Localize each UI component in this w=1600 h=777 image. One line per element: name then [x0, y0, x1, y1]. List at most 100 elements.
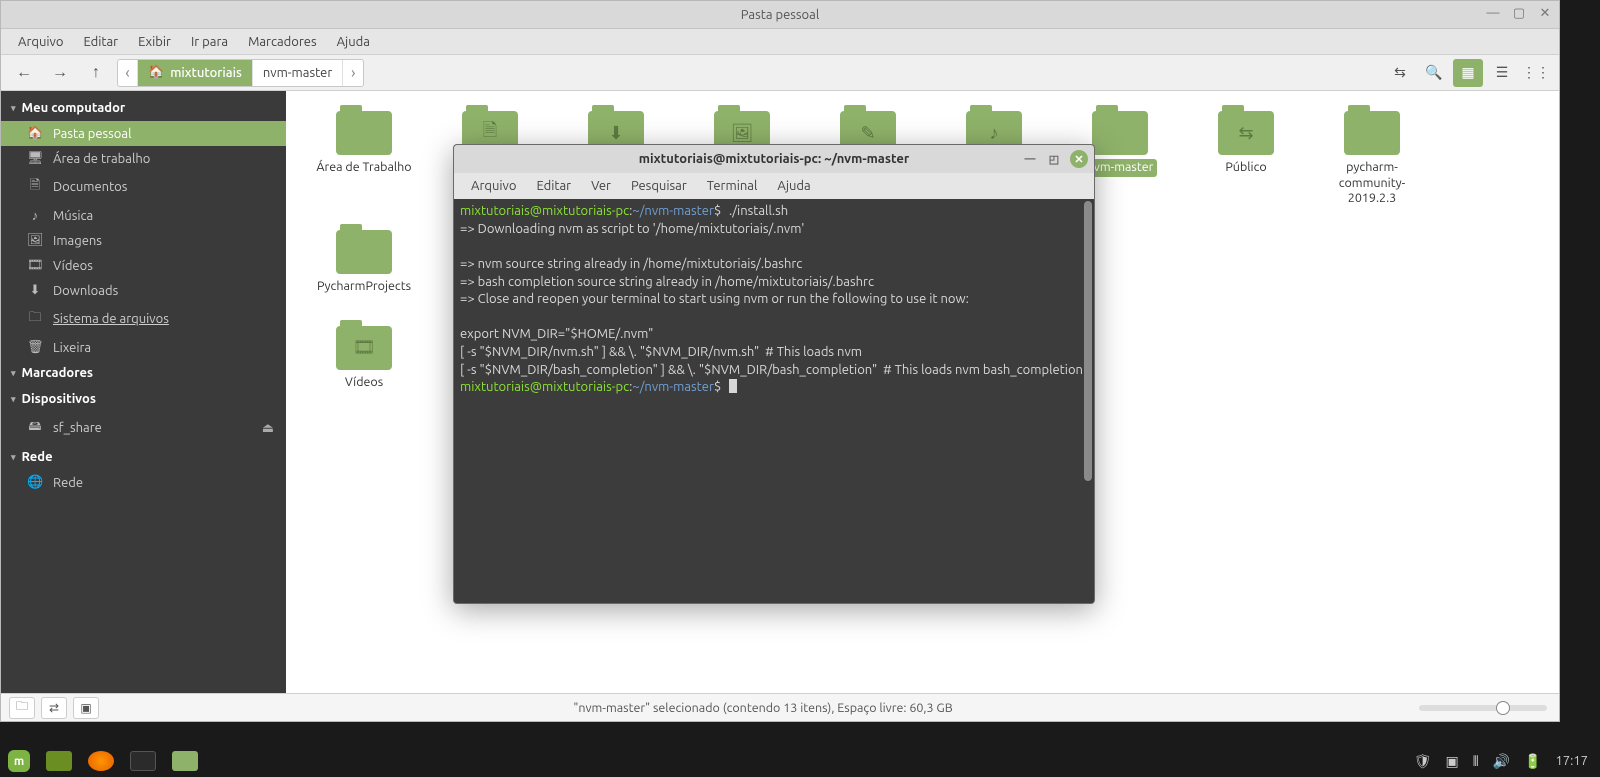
term-minimize-button[interactable]: — — [1022, 151, 1038, 167]
folder-item[interactable]: PycharmProjects — [306, 224, 422, 302]
fm-statusbar: 🗀 ⇄ ▣ "nvm-master" selecionado (contendo… — [1, 693, 1559, 721]
sidebar-item[interactable]: 🎞Vídeos — [1, 253, 286, 278]
folder-label: PycharmProjects — [313, 278, 415, 296]
folder-icon — [1092, 111, 1148, 155]
taskbar: m 🛡 ▣ ⫴ 🔊 🔋 17:17 — [0, 745, 1600, 777]
taskbar-app-firefox[interactable] — [80, 745, 122, 777]
path-home-segment[interactable]: 🏠 mixtutoriais — [138, 60, 253, 86]
tray-network-icon[interactable]: ⫴ — [1473, 753, 1479, 770]
menu-arquivo[interactable]: Arquivo — [9, 32, 72, 52]
sidebar-item-icon: 🌐 — [27, 475, 43, 490]
term-menu-editar[interactable]: Editar — [527, 176, 580, 196]
sidebar-item[interactable]: 🌐 Rede — [1, 470, 286, 495]
path-prev-icon[interactable]: ‹ — [118, 60, 138, 86]
menu-ajuda[interactable]: Ajuda — [328, 32, 379, 52]
system-tray: 🛡 ▣ ⫴ 🔊 🔋 17:17 — [1402, 753, 1600, 770]
terminal-scrollbar[interactable] — [1084, 201, 1092, 481]
pathbar: ‹ 🏠 mixtutoriais nvm-master › — [117, 59, 364, 87]
path-segment-nvm[interactable]: nvm-master — [253, 60, 343, 86]
tray-shield-icon[interactable]: 🛡 — [1414, 753, 1432, 770]
folder-label: Vídeos — [341, 374, 387, 392]
term-menu-ver[interactable]: Ver — [582, 176, 620, 196]
nav-up-button[interactable]: ↑ — [81, 59, 111, 87]
nav-forward-button[interactable]: → — [45, 59, 75, 87]
sidebar-item-label: Vídeos — [53, 259, 93, 273]
fm-title: Pasta pessoal — [741, 8, 819, 22]
places-toggle-button[interactable]: 🗀 — [9, 697, 35, 719]
term-menu-arquivo[interactable]: Arquivo — [462, 176, 525, 196]
sidebar-item[interactable]: 🖥Área de trabalho — [1, 146, 286, 171]
taskbar-app-terminal[interactable] — [122, 745, 164, 777]
menu-irpara[interactable]: Ir para — [182, 32, 237, 52]
icon-view-button[interactable]: ▦ — [1453, 59, 1483, 87]
sidebar-group-header[interactable]: ▾Dispositivos — [1, 386, 286, 412]
taskbar-app-files[interactable] — [38, 745, 80, 777]
sidebar-item[interactable]: 🖴 sf_share ⏏ — [1, 412, 286, 444]
folder-icon — [336, 230, 392, 274]
term-close-button[interactable]: ✕ — [1070, 150, 1088, 168]
tray-battery-icon[interactable]: 🔋 — [1524, 753, 1541, 770]
folder-label: Público — [1221, 159, 1270, 177]
toggle-location-button[interactable]: ⇆ — [1385, 59, 1415, 87]
term-menu-ajuda[interactable]: Ajuda — [768, 176, 819, 196]
zoom-slider[interactable] — [1419, 705, 1547, 711]
term-maximize-button[interactable]: ◰ — [1046, 151, 1062, 167]
fm-toolbar: ← → ↑ ‹ 🏠 mixtutoriais nvm-master › ⇆ 🔍 … — [1, 55, 1559, 91]
compact-view-button[interactable]: ⋮⋮ — [1521, 59, 1551, 87]
sidebar-item-label: Pasta pessoal — [53, 127, 131, 141]
term-menu-terminal[interactable]: Terminal — [698, 176, 767, 196]
taskbar-app-folder[interactable] — [164, 745, 206, 777]
menu-exibir[interactable]: Exibir — [129, 32, 180, 52]
sidebar-item[interactable]: 🗎Documentos — [1, 171, 286, 203]
menu-marcadores[interactable]: Marcadores — [239, 32, 326, 52]
tree-toggle-button[interactable]: ⇄ — [41, 697, 67, 719]
maximize-button[interactable]: ▢ — [1511, 5, 1527, 21]
eject-icon[interactable]: ⏏ — [262, 421, 274, 436]
sidebar-item[interactable]: ♪Música — [1, 203, 286, 228]
sidebar-item[interactable]: 🗀Sistema de arquivos — [1, 303, 286, 335]
sidebar-item-icon: 🖴 — [27, 417, 43, 439]
folder-item[interactable]: Área de Trabalho — [306, 105, 422, 214]
sidebar-group-title: Dispositivos — [22, 392, 96, 406]
folder-item[interactable]: ⇆Público — [1188, 105, 1304, 214]
chevron-down-icon: ▾ — [11, 368, 16, 379]
terminal-output[interactable]: mixtutoriais@mixtutoriais-pc:~/nvm-maste… — [454, 199, 1094, 603]
list-view-button[interactable]: ☰ — [1487, 59, 1517, 87]
path-home-label: mixtutoriais — [170, 66, 242, 80]
tray-clock[interactable]: 17:17 — [1555, 754, 1588, 768]
start-menu-button[interactable]: m — [0, 745, 38, 777]
folder-icon — [1344, 111, 1400, 155]
sidebar-item-icon: 🗀 — [27, 308, 43, 330]
path-seg-label: nvm-master — [263, 66, 332, 80]
close-button[interactable]: ✕ — [1537, 5, 1553, 21]
folder-label: pycharm-community-2019.2.3 — [1316, 159, 1428, 208]
sidebar-item[interactable]: ⬇Downloads — [1, 278, 286, 303]
sidebar-group-header[interactable]: ▾Meu computador — [1, 95, 286, 121]
fm-titlebar[interactable]: Pasta pessoal — ▢ ✕ — [1, 1, 1559, 29]
path-next-icon[interactable]: › — [343, 60, 363, 86]
folder-item[interactable]: pycharm-community-2019.2.3 — [1314, 105, 1430, 214]
chevron-down-icon: ▾ — [11, 452, 16, 463]
tray-volume-icon[interactable]: 🔊 — [1493, 753, 1510, 770]
sidebar-item-label: sf_share — [53, 421, 102, 435]
folder-icon: 🎞 — [336, 326, 392, 370]
sidebar-group-header[interactable]: ▾Marcadores — [1, 360, 286, 386]
status-text: "nvm-master" selecionado (contendo 13 it… — [107, 701, 1419, 715]
sidebar-item-label: Rede — [53, 476, 83, 490]
folder-item[interactable]: 🎞 Vídeos — [306, 320, 422, 398]
search-button[interactable]: 🔍 — [1419, 59, 1449, 87]
sidebar-item[interactable]: 🖼Imagens — [1, 228, 286, 253]
sidebar-item[interactable]: 🗑Lixeira — [1, 335, 286, 360]
term-menu-pesquisar[interactable]: Pesquisar — [622, 176, 696, 196]
sidebar-group-header[interactable]: ▾Rede — [1, 444, 286, 470]
menu-editar[interactable]: Editar — [74, 32, 127, 52]
sidebar: ▾Meu computador🏠Pasta pessoal🖥Área de tr… — [1, 91, 286, 693]
close-panel-button[interactable]: ▣ — [73, 697, 99, 719]
sidebar-item[interactable]: 🏠Pasta pessoal — [1, 121, 286, 146]
nav-back-button[interactable]: ← — [9, 59, 39, 87]
folder-label: Área de Trabalho — [312, 159, 415, 177]
minimize-button[interactable]: — — [1485, 5, 1501, 21]
term-titlebar[interactable]: mixtutoriais@mixtutoriais-pc: ~/nvm-mast… — [454, 145, 1094, 173]
folder-icon — [336, 111, 392, 155]
tray-display-icon[interactable]: ▣ — [1445, 753, 1458, 770]
